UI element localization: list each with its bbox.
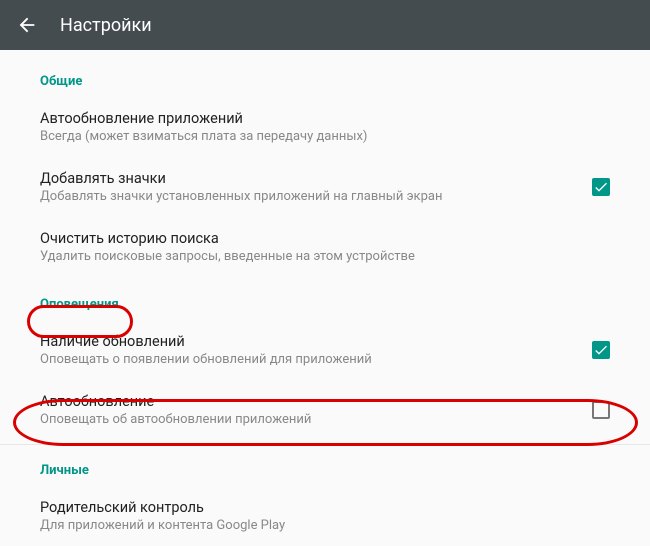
setting-title: Родительский контроль [40,499,610,516]
divider [0,444,650,445]
setting-updates-available[interactable]: Наличие обновлений Оповещать о появлении… [0,320,650,380]
setting-text: Автообновление Оповещать об автообновлен… [40,393,592,427]
section-general: Общие [0,54,650,97]
setting-add-icons[interactable]: Добавлять значки Добавлять значки устано… [0,157,650,217]
setting-text: Родительский контроль Для приложений и к… [40,499,610,533]
setting-subtitle: Для приложений и контента Google Play [40,518,610,533]
setting-title: Очистить историю поиска [40,230,610,247]
setting-title: Наличие обновлений [40,333,592,350]
setting-clear-history[interactable]: Очистить историю поиска Удалить поисковы… [0,217,650,277]
setting-text: Добавлять значки Добавлять значки устано… [40,170,592,204]
setting-auto-update-notify[interactable]: Автообновление Оповещать об автообновлен… [0,380,650,440]
setting-text: Очистить историю поиска Удалить поисковы… [40,230,610,264]
checkbox-add-icons[interactable] [592,178,610,196]
setting-title: Автообновление [40,393,592,410]
setting-subtitle: Всегда (может взиматься плата за передач… [40,129,610,144]
section-personal: Личные [0,449,650,486]
back-arrow-icon[interactable] [16,14,38,36]
setting-text: Автообновление приложений Всегда (может … [40,110,610,144]
setting-title: Добавлять значки [40,170,592,187]
setting-auto-update-apps[interactable]: Автообновление приложений Всегда (может … [0,97,650,157]
setting-title: Автообновление приложений [40,110,610,127]
app-header: Настройки [0,0,650,50]
settings-content: Общие Автообновление приложений Всегда (… [0,50,650,546]
checkbox-auto-update-notify[interactable] [592,401,610,419]
page-title: Настройки [60,15,152,36]
setting-subtitle: Удалить поисковые запросы, введенные на … [40,249,610,264]
setting-parental-control[interactable]: Родительский контроль Для приложений и к… [0,486,650,546]
checkbox-updates-available[interactable] [592,341,610,359]
setting-subtitle: Оповещать о появлении обновлений для при… [40,352,592,367]
section-notifications: Оповещения [0,277,650,320]
setting-subtitle: Оповещать об автообновлении приложений [40,412,592,427]
setting-subtitle: Добавлять значки установленных приложени… [40,189,592,204]
setting-text: Наличие обновлений Оповещать о появлении… [40,333,592,367]
